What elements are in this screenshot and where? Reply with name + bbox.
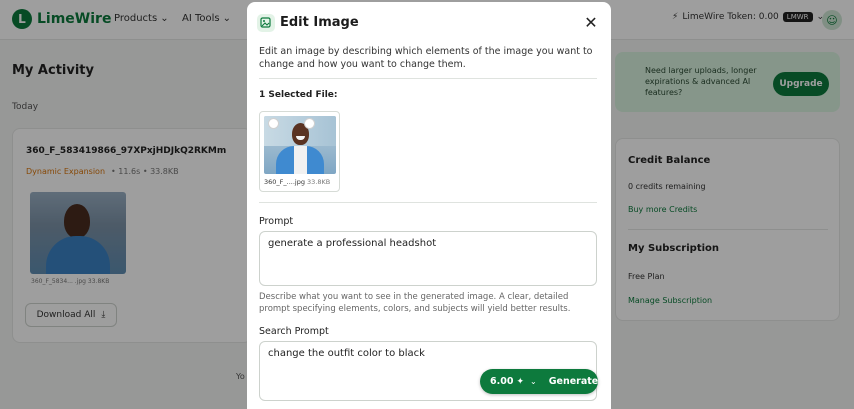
prompt-input[interactable]: generate a professional headshot [259, 231, 597, 286]
modal-description: Edit an image by describing which elemen… [259, 46, 593, 70]
search-prompt-label: Search Prompt [259, 326, 329, 337]
selected-file-tile[interactable]: 360_F_....jpg 33.8KB [259, 111, 340, 192]
edit-image-modal: Edit Image ✕ Edit an image by describing… [247, 2, 611, 409]
chevron-down-icon[interactable]: ⌄ [530, 377, 537, 386]
prompt-label: Prompt [259, 216, 294, 227]
selected-file-name: 360_F_....jpg [264, 178, 305, 186]
close-icon[interactable]: ✕ [581, 12, 601, 32]
divider [259, 202, 597, 203]
modal-title: Edit Image [280, 15, 359, 30]
option-dot-icon[interactable] [304, 118, 315, 129]
edit-image-icon [257, 14, 275, 32]
divider [259, 78, 597, 79]
modal-header: Edit Image ✕ [247, 2, 611, 44]
selected-files-label: 1 Selected File: [259, 90, 338, 100]
sparkle-icon: ✦ [516, 376, 524, 387]
generate-label: Generate [548, 376, 599, 387]
prompt-hint: Describe what you want to see in the gen… [259, 292, 571, 314]
credit-cost: 6.00 [490, 376, 514, 387]
generate-button[interactable]: 6.00 ✦ ⌄ Generate [480, 369, 598, 394]
selected-file-caption: 360_F_....jpg 33.8KB [264, 178, 338, 186]
selected-file-size: 33.8KB [307, 178, 331, 186]
select-radio-icon[interactable] [268, 118, 279, 129]
